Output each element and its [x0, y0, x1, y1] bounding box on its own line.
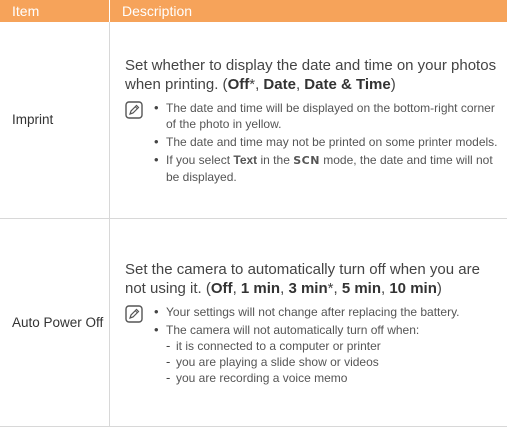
- header-description: Description: [109, 0, 507, 22]
- note-list: The date and time will be displayed on t…: [153, 100, 499, 187]
- description-lead: Set the camera to automatically turn off…: [125, 260, 480, 297]
- option: 5 min: [341, 279, 381, 297]
- option: Off: [210, 279, 233, 297]
- sub-item: you are recording a voice memo: [166, 370, 460, 386]
- table-row-auto-power-off: Auto Power Off Set the camera to automat…: [0, 218, 507, 426]
- settings-table: Item Description Imprint Set whether to …: [0, 0, 507, 427]
- option: Date & Time: [304, 75, 391, 93]
- table-row-imprint: Imprint Set whether to display the date …: [0, 22, 507, 218]
- option: 1 min: [240, 279, 281, 297]
- note-item: Your settings will not change after repl…: [153, 304, 460, 320]
- note-item: The camera will not automatically turn o…: [153, 322, 460, 386]
- option: 3 min: [288, 279, 328, 297]
- sub-list: it is connected to a computer or printer…: [166, 338, 460, 386]
- sub-item: it is connected to a computer or printer: [166, 338, 460, 354]
- note-block: The date and time will be displayed on t…: [125, 100, 499, 187]
- note-list: Your settings will not change after repl…: [153, 304, 460, 388]
- item-label: Auto Power Off: [12, 314, 104, 330]
- option: Off: [227, 75, 250, 93]
- option: 10 min: [389, 279, 437, 297]
- description-lead: Set whether to display the date and time…: [125, 56, 497, 93]
- table-header-row: Item Description: [0, 0, 507, 22]
- note-pencil-icon: [125, 304, 143, 323]
- item-label: Imprint: [12, 112, 54, 128]
- header-item: Item: [0, 0, 110, 22]
- note-item: The date and time may not be printed on …: [153, 134, 499, 150]
- item-description: Set whether to display the date and time…: [109, 22, 507, 218]
- item-description: Set the camera to automatically turn off…: [109, 218, 507, 426]
- note-item: If you select Text in the SCN mode, the …: [153, 152, 499, 185]
- sub-item: you are playing a slide show or videos: [166, 354, 460, 370]
- option: Date: [263, 75, 296, 93]
- note-block: Your settings will not change after repl…: [125, 304, 499, 388]
- note-pencil-icon: [125, 101, 143, 119]
- note-item: The date and time will be displayed on t…: [153, 100, 499, 132]
- scn-mode-label: SCN: [293, 153, 320, 167]
